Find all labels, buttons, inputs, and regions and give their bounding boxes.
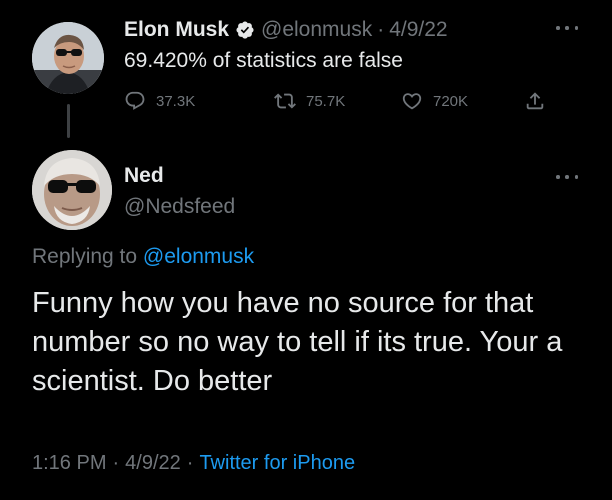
more-icon[interactable] (553, 22, 581, 34)
main-author-handle[interactable]: @Nedsfeed (124, 194, 235, 220)
separator-dot: · (377, 18, 385, 41)
thread-connector-line (67, 104, 70, 138)
replying-prefix: Replying to (32, 245, 138, 268)
replying-to-mention[interactable]: @elonmusk (143, 245, 254, 268)
tweet-source-link[interactable]: Twitter for iPhone (199, 452, 355, 474)
like-icon (401, 90, 423, 112)
main-author-name[interactable]: Ned (124, 163, 164, 189)
retweet-count: 75.7K (306, 92, 346, 110)
main-author-avatar[interactable] (32, 150, 112, 230)
retweet-icon (274, 90, 296, 112)
main-tweet-text: Funny how you have no source for that nu… (32, 287, 563, 397)
tweet-time[interactable]: 1:16 PM (32, 452, 106, 474)
tweet-date[interactable]: 4/9/22 (125, 452, 181, 474)
parent-author-avatar[interactable] (32, 22, 104, 94)
parent-author-name[interactable]: Elon Musk (124, 17, 229, 43)
parent-tweet-header: Elon Musk @elonmusk · 4/9/22 (124, 17, 448, 43)
like-count: 720K (433, 92, 469, 110)
reply-count: 37.3K (156, 92, 196, 110)
parent-tweet-actions: 37.3K 75.7K 720K (124, 88, 546, 114)
parent-tweet-date[interactable]: 4/9/22 (389, 17, 447, 43)
verified-badge-icon (235, 20, 255, 40)
more-icon[interactable] (553, 171, 581, 183)
reply-button[interactable]: 37.3K (124, 90, 274, 112)
tweet-metadata: 1:16 PM · 4/9/22 · Twitter for iPhone (32, 450, 355, 476)
separator-dot: · (112, 452, 120, 474)
parent-author-handle[interactable]: @elonmusk (261, 17, 372, 43)
share-icon (524, 90, 546, 112)
tweet-thread: Elon Musk @elonmusk · 4/9/22 69.420% of … (0, 0, 612, 500)
separator-dot: · (186, 452, 194, 474)
share-button[interactable] (524, 90, 546, 112)
parent-tweet-text: 69.420% of statistics are false (124, 49, 403, 72)
retweet-button[interactable]: 75.7K (274, 90, 401, 112)
replying-to-line: Replying to @elonmusk (32, 244, 254, 270)
like-button[interactable]: 720K (401, 90, 524, 112)
reply-icon (124, 90, 146, 112)
